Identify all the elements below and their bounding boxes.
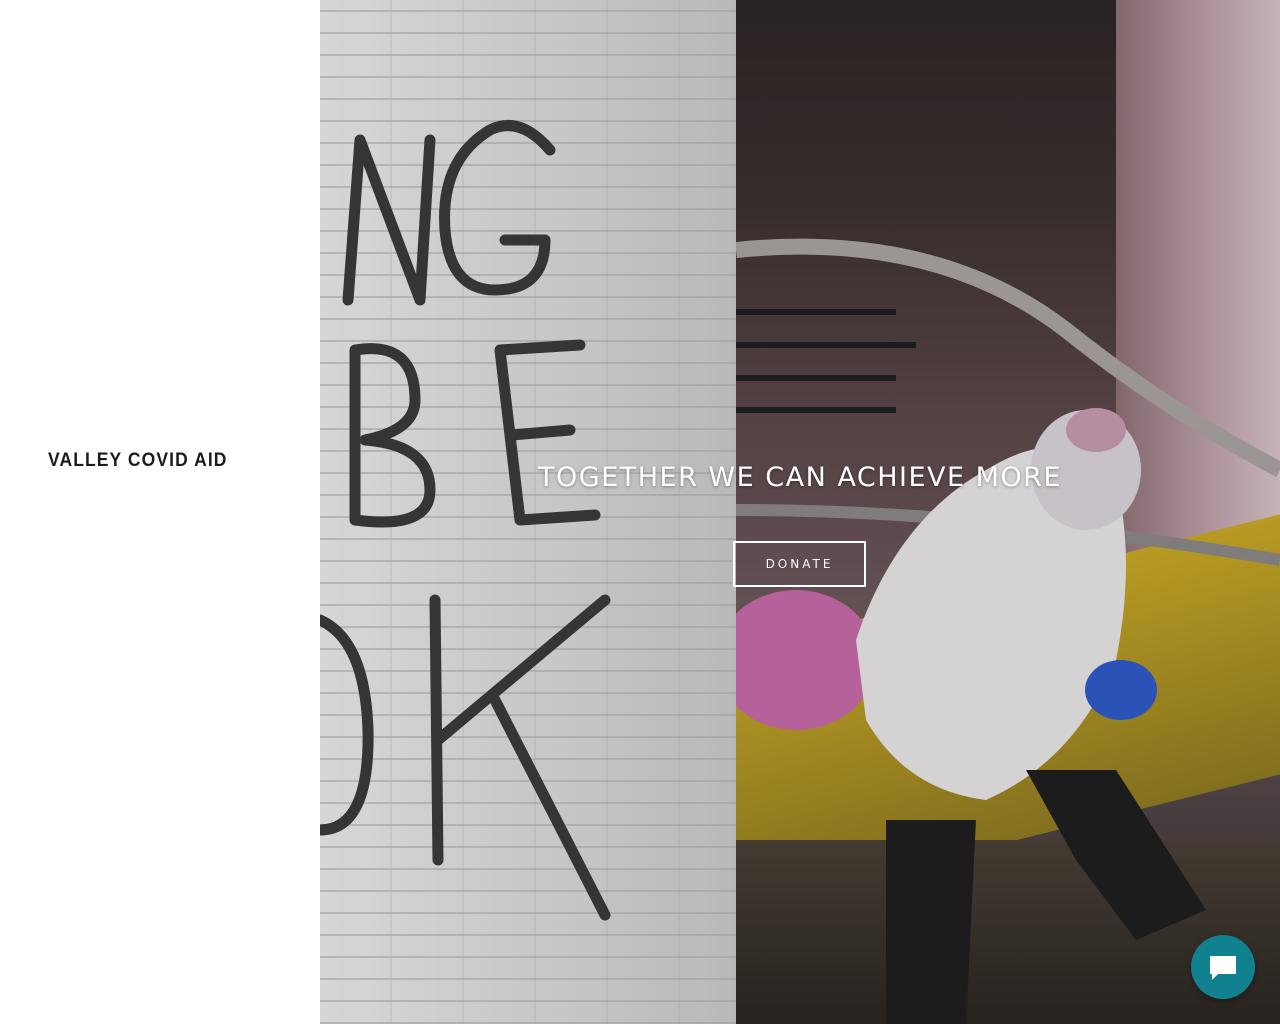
hero-headline: TOGETHER WE CAN ACHIEVE MORE [537,462,1063,493]
sidebar: VALLEY COVID AID [0,0,320,1024]
site-logo-text[interactable]: VALLEY COVID AID [48,450,228,472]
chat-widget-button[interactable] [1191,935,1255,999]
chat-bubble-icon [1210,956,1236,980]
donate-button[interactable]: DONATE [733,541,866,587]
hero-section: TOGETHER WE CAN ACHIEVE MORE DONATE [320,0,1280,1024]
